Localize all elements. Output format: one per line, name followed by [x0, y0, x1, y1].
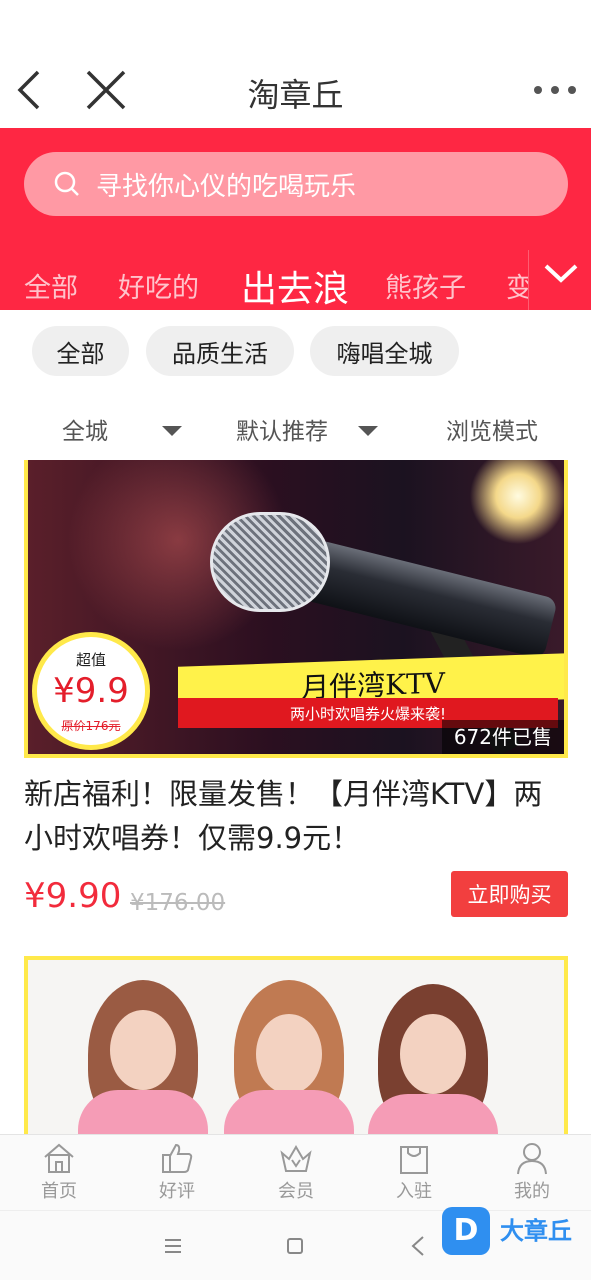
thumbs-up-icon — [162, 1143, 193, 1173]
area-dropdown-icon[interactable] — [162, 426, 182, 436]
more-options-icon[interactable] — [532, 78, 578, 102]
expand-categories-button[interactable] — [528, 250, 591, 310]
search-input[interactable]: 寻找你心仪的吃喝玩乐 — [24, 152, 568, 216]
page-title: 淘章丘 — [247, 76, 344, 114]
home-square-icon[interactable] — [286, 1237, 304, 1255]
tab-join[interactable]: 入驻 — [374, 1141, 454, 1203]
sort-dropdown-icon[interactable] — [358, 426, 378, 436]
back-triangle-icon[interactable] — [410, 1235, 426, 1257]
crown-icon — [280, 1145, 312, 1172]
tab-reviews-label: 好评 — [159, 1181, 195, 1202]
home-icon — [44, 1143, 74, 1173]
product-original-price: ¥176.00 — [130, 890, 226, 916]
tab-mine-label: 我的 — [514, 1181, 550, 1202]
watermark-logo: D 大章丘 — [440, 1205, 590, 1257]
tab-member-label: 会员 — [278, 1181, 314, 1202]
ktv-banner-image: 月伴湾KTV 两小时欢唱券火爆来袭! 超值 ¥9.9 原价176元 672件已售 — [28, 460, 564, 754]
search-placeholder: 寻找你心仪的吃喝玩乐 — [96, 172, 357, 202]
tab-home-label: 首页 — [41, 1181, 77, 1202]
product-card-image-2[interactable] — [24, 956, 568, 1136]
tab-food[interactable]: 好吃的 — [118, 266, 199, 305]
buy-now-button[interactable]: 立即购买 — [451, 871, 568, 917]
menu-icon[interactable] — [163, 1237, 183, 1255]
chevron-down-icon — [544, 264, 578, 283]
badge-price: ¥9.9 — [53, 671, 129, 711]
product-price: ¥9.90 — [24, 876, 122, 916]
top-nav-bar: 淘章丘 — [0, 0, 591, 128]
chip-quality-life[interactable]: 品质生活 — [146, 326, 294, 376]
price-badge: 超值 ¥9.9 原价176元 — [32, 632, 150, 750]
search-icon — [54, 171, 79, 196]
tab-kids[interactable]: 熊孩子 — [385, 266, 466, 305]
sort-filter[interactable]: 默认推荐 — [236, 412, 328, 446]
tab-join-label: 入驻 — [396, 1181, 432, 1202]
logo-mark: D — [442, 1207, 490, 1255]
shopping-bag-icon — [400, 1146, 428, 1174]
badge-label: 超值 — [75, 651, 106, 669]
logo-text: 大章丘 — [500, 1217, 572, 1245]
product-card-image[interactable]: 月伴湾KTV 两小时欢唱券火爆来袭! 超值 ¥9.9 原价176元 672件已售 — [24, 460, 568, 758]
chip-sing-city[interactable]: 嗨唱全城 — [310, 326, 459, 376]
tab-outing[interactable]: 出去浪 — [241, 260, 349, 310]
bottom-tab-bar: 首页 好评 会员 入驻 我的 — [0, 1134, 591, 1210]
browse-mode-toggle[interactable]: 浏览模式 — [446, 412, 538, 446]
category-tabs: 全部 好吃的 出去浪 熊孩子 变 — [0, 250, 528, 310]
product-title[interactable]: 新店福利！限量发售！【月伴湾KTV】两小时欢唱券！仅需9.9元！ — [24, 772, 568, 860]
tab-all[interactable]: 全部 — [24, 266, 78, 305]
tab-member[interactable]: 会员 — [256, 1141, 336, 1203]
sold-count-badge: 672件已售 — [441, 720, 564, 754]
badge-original-price: 原价176元 — [61, 719, 121, 733]
filter-bar: 全城 默认推荐 浏览模式 — [0, 408, 591, 448]
group-photo-image — [28, 960, 564, 1136]
chip-all[interactable]: 全部 — [32, 326, 129, 376]
microphone-image — [210, 512, 330, 612]
tab-home[interactable]: 首页 — [19, 1141, 99, 1203]
user-icon — [517, 1143, 547, 1175]
mic-body — [300, 538, 559, 660]
tab-reviews[interactable]: 好评 — [137, 1141, 217, 1203]
tab-partial[interactable]: 变 — [506, 266, 528, 305]
tab-mine[interactable]: 我的 — [492, 1141, 572, 1203]
subcategory-chips: 全部 品质生活 嗨唱全城 — [0, 326, 591, 376]
area-filter[interactable]: 全城 — [62, 412, 108, 446]
